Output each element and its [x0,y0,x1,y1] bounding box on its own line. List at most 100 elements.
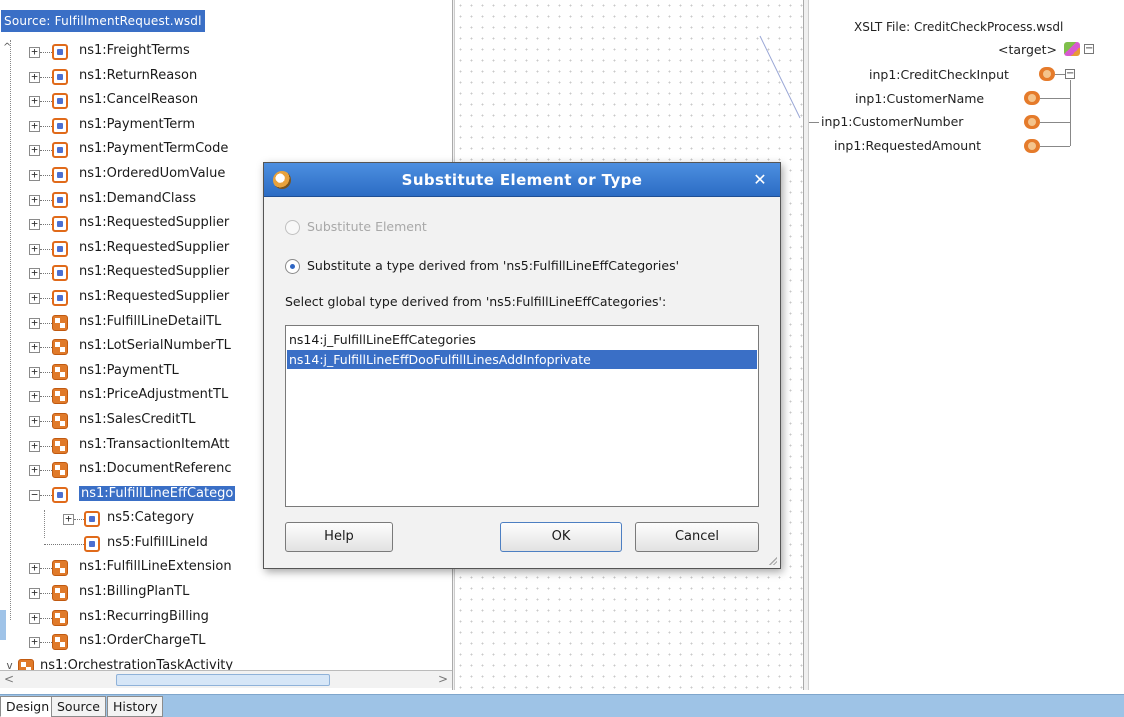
element-icon [52,240,68,257]
target-node-label[interactable]: inp1:RequestedAmount [834,138,981,153]
expand-plus-icon[interactable]: + [29,169,40,181]
ok-button[interactable]: OK [500,522,622,552]
close-icon[interactable]: ✕ [750,171,770,189]
scroll-left-icon[interactable]: < [4,672,14,686]
tree-connector [40,199,52,201]
expand-plus-icon[interactable]: + [29,390,40,403]
tree-connector [40,617,52,619]
target-pane: XSLT File: CreditCheckProcess.wsdl <targ… [809,0,1124,690]
tree-connector [40,248,52,250]
element-icon [52,191,68,208]
element-icon [1039,67,1055,81]
tree-connector [40,470,52,472]
tree-node-label: ns1:DemandClass [79,190,196,206]
mapped-link-line [809,122,819,123]
tab-source[interactable]: Source [51,696,106,717]
expand-plus-icon[interactable]: + [29,440,40,452]
type-list-item[interactable]: ns14:j_FulfillLineEffCategories [287,330,757,349]
tab-design[interactable]: Design [0,696,56,717]
element-icon [1024,139,1040,153]
expand-plus-icon[interactable]: + [29,267,40,280]
element-icon [1024,115,1040,129]
tree-connector [40,642,52,644]
complex-type-icon [52,339,68,356]
collapse-minus-icon[interactable]: − [1084,44,1094,54]
tree-node-label: ns1:TransactionItemAtt [79,436,230,452]
tree-node-label: ns1:DocumentReferenc [79,461,232,477]
cancel-button[interactable]: Cancel [635,522,759,552]
target-root-label[interactable]: <target> [998,42,1057,57]
tree-node[interactable]: + ns1:PaymentTermCode [0,138,452,163]
complex-type-icon [52,388,68,405]
tab-history[interactable]: History [107,696,164,717]
help-button-label: Help [324,529,354,544]
substitute-dialog: Substitute Element or Type ✕ Substitute … [263,162,781,569]
resize-grip-icon[interactable] [767,555,777,565]
source-header: Source: FulfillmentRequest.wsdl [0,10,452,32]
collapse-minus-icon[interactable]: − [1065,69,1075,79]
tree-connector [40,76,52,78]
tree-node[interactable]: + ns1:PaymentTerm [0,114,452,139]
tree-node[interactable]: + ns1:BillingPlanTL [0,581,452,606]
expand-plus-icon[interactable]: + [29,120,40,132]
expand-plus-icon[interactable]: + [29,46,40,58]
expand-plus-icon[interactable]: + [63,513,74,526]
target-node-label[interactable]: inp1:CustomerNumber [821,114,963,129]
tree-node[interactable]: + ns1:CancelReason [0,89,452,114]
expand-plus-icon[interactable]: + [29,612,40,624]
element-icon [52,117,68,134]
expand-plus-icon[interactable]: + [29,292,40,304]
tree-node-label: ns1:PaymentTL [79,362,179,378]
expand-plus-icon[interactable]: + [29,144,40,157]
tree-node-label: ns1:RecurringBilling [79,608,209,624]
type-list-item-selected[interactable]: ns14:j_FulfillLineEffDooFulfillLinesAddI… [287,350,757,369]
expand-plus-icon[interactable]: + [29,366,40,378]
expand-plus-icon[interactable]: + [29,95,40,108]
tree-node-label: ns1:FreightTerms [79,43,190,58]
tree-connector [40,174,52,176]
complex-type-icon [52,363,68,380]
element-icon [52,289,68,306]
target-node-label[interactable]: inp1:CreditCheckInput [869,67,1009,82]
expand-plus-icon[interactable]: + [29,464,40,477]
substitute-element-radio[interactable] [285,220,300,235]
substitute-type-radio[interactable] [285,259,300,274]
tree-connector [40,347,52,349]
tree-node[interactable]: + ns1:FreightTerms [0,40,452,65]
expand-plus-icon[interactable]: + [29,218,40,231]
help-button[interactable]: Help [285,522,393,552]
global-type-list[interactable]: ns14:j_FulfillLineEffCategories ns14:j_F… [285,325,759,507]
expand-plus-icon[interactable]: + [29,341,40,354]
expand-plus-icon[interactable]: + [29,317,40,329]
complex-type-icon [52,462,68,479]
tree-connector [40,125,52,127]
tree-node-label: ns1:RequestedSupplier [79,264,230,280]
editor-tab-bar: Design Source History [0,694,1124,717]
element-icon [52,68,68,85]
complex-type-icon [52,634,68,651]
expand-plus-icon[interactable]: + [29,194,40,206]
tree-connector [1040,98,1070,99]
expand-plus-icon[interactable]: + [29,243,40,255]
tree-node[interactable]: + ns1:RecurringBilling [0,606,452,631]
scrollbar-thumb[interactable] [116,674,330,686]
expand-plus-icon[interactable]: + [29,415,40,427]
tree-node-label: ns1:LotSerialNumberTL [79,338,231,354]
expand-plus-icon[interactable]: + [29,636,40,649]
scroll-right-icon[interactable]: > [438,672,448,686]
element-icon [84,511,100,528]
collapse-minus-icon[interactable]: − [29,489,40,501]
element-icon [84,535,100,552]
substitute-type-label: Substitute a type derived from 'ns5:Fulf… [307,258,680,273]
tree-connector [1040,122,1070,123]
horizontal-scrollbar[interactable]: < > [0,670,452,688]
target-node-label[interactable]: inp1:CustomerName [855,91,984,106]
expand-plus-icon[interactable]: + [29,562,40,575]
tree-node[interactable]: + ns1:ReturnReason [0,65,452,90]
expand-plus-icon[interactable]: + [29,587,40,600]
expand-plus-icon[interactable]: + [29,71,40,83]
tree-node[interactable]: + ns1:OrderChargeTL [0,630,452,655]
complex-type-icon [52,609,68,626]
dialog-titlebar[interactable]: Substitute Element or Type ✕ [264,163,780,197]
tree-node-label: ns5:FulfillLineId [107,534,208,550]
